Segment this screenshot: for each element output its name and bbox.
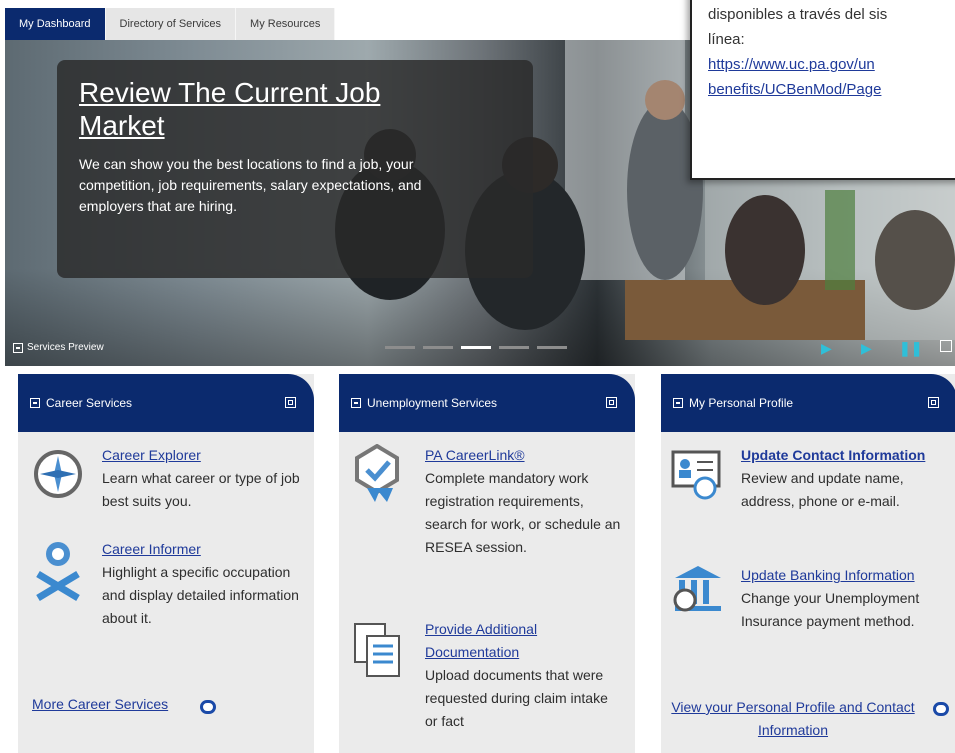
unemployment-services-card: Unemployment Services PA CareerLink® Com… bbox=[339, 374, 635, 753]
tab-directory-of-services[interactable]: Directory of Services bbox=[105, 8, 237, 40]
pause-icon[interactable]: ❚❚ bbox=[899, 340, 922, 357]
pa-careerlink-desc: Complete mandatory work registration req… bbox=[425, 470, 621, 555]
arrow-circle-icon[interactable] bbox=[933, 702, 949, 716]
popup-text-line: línea: bbox=[708, 31, 745, 48]
pa-careerlink-link[interactable]: PA CareerLink® bbox=[425, 444, 623, 467]
update-banking-link[interactable]: Update Banking Information bbox=[741, 564, 955, 587]
unemployment-services-header: Unemployment Services bbox=[339, 374, 635, 432]
carousel-indicator[interactable] bbox=[423, 346, 453, 349]
next-icon[interactable]: ▶ bbox=[861, 340, 872, 357]
provide-documentation-desc: Upload documents that were requested dur… bbox=[425, 667, 608, 729]
hero-text-panel: Review The Current Job Market We can sho… bbox=[57, 60, 533, 278]
career-explorer-link[interactable]: Career Explorer bbox=[102, 444, 302, 467]
personal-profile-header: My Personal Profile bbox=[661, 374, 955, 432]
career-services-header: Career Services bbox=[18, 374, 314, 432]
pa-careerlink-item: PA CareerLink® Complete mandatory work r… bbox=[353, 444, 623, 559]
dashboard-page: My Dashboard Directory of Services My Re… bbox=[0, 0, 955, 753]
update-banking-desc: Change your Unemployment Insurance payme… bbox=[741, 590, 920, 629]
contact-card-icon bbox=[671, 450, 721, 500]
tab-my-resources[interactable]: My Resources bbox=[236, 8, 336, 40]
close-card-icon[interactable] bbox=[285, 397, 296, 408]
career-services-card: Career Services Career Explorer Learn wh… bbox=[18, 374, 314, 753]
view-personal-profile-link[interactable]: View your Personal Profile and Contact I… bbox=[663, 696, 923, 742]
provide-documentation-link[interactable]: Provide Additional Documentation bbox=[425, 618, 623, 664]
services-preview-toggle[interactable]: Services Preview bbox=[13, 342, 104, 353]
services-preview-label: Services Preview bbox=[27, 342, 104, 353]
career-informer-icon bbox=[36, 542, 80, 602]
career-explorer-desc: Learn what career or type of job best su… bbox=[102, 470, 300, 509]
spanish-notice-popup: disponibles a través del sis línea: http… bbox=[690, 0, 955, 180]
hero-description: We can show you the best locations to fi… bbox=[79, 156, 422, 214]
arrow-circle-icon[interactable] bbox=[200, 700, 216, 714]
career-informer-link[interactable]: Career Informer bbox=[102, 538, 302, 561]
carousel-indicator[interactable] bbox=[499, 346, 529, 349]
career-informer-desc: Highlight a specific occupation and disp… bbox=[102, 564, 299, 626]
hero-title-link[interactable]: Review The Current Job Market bbox=[79, 76, 439, 142]
carousel-indicators bbox=[385, 346, 567, 349]
card-title: Unemployment Services bbox=[367, 396, 498, 410]
close-card-icon[interactable] bbox=[928, 397, 939, 408]
carousel-indicator[interactable] bbox=[385, 346, 415, 349]
more-career-services-link[interactable]: More Career Services bbox=[32, 696, 168, 712]
update-contact-item: Update Contact Information Review and up… bbox=[671, 444, 955, 513]
play-icon[interactable]: ▶ bbox=[821, 340, 832, 357]
collapse-icon[interactable] bbox=[351, 398, 361, 408]
popup-url-link[interactable]: https://www.uc.pa.gov/un bbox=[708, 52, 955, 77]
compass-icon bbox=[34, 450, 82, 498]
tab-bar: My Dashboard Directory of Services My Re… bbox=[5, 8, 336, 40]
card-title: Career Services bbox=[46, 396, 133, 410]
career-explorer-item: Career Explorer Learn what career or typ… bbox=[32, 444, 302, 513]
close-preview-icon[interactable] bbox=[940, 340, 952, 352]
popup-url-link[interactable]: benefits/UCBenMod/Page bbox=[708, 77, 955, 102]
collapse-icon[interactable] bbox=[673, 398, 683, 408]
collapse-icon bbox=[13, 342, 23, 353]
badge-icon bbox=[355, 444, 399, 502]
update-contact-link[interactable]: Update Contact Information bbox=[741, 444, 955, 467]
provide-documentation-item: Provide Additional Documentation Upload … bbox=[353, 618, 623, 733]
carousel-indicator[interactable] bbox=[537, 346, 567, 349]
update-contact-desc: Review and update name, address, phone o… bbox=[741, 470, 904, 509]
popup-text-line: disponibles a través del sis bbox=[708, 6, 888, 23]
card-title: My Personal Profile bbox=[689, 396, 794, 410]
career-informer-item: Career Informer Highlight a specific occ… bbox=[32, 538, 302, 630]
close-card-icon[interactable] bbox=[606, 397, 617, 408]
update-banking-item: Update Banking Information Change your U… bbox=[671, 564, 955, 633]
personal-profile-card: My Personal Profile Update Contact Infor… bbox=[661, 374, 955, 753]
documents-icon bbox=[354, 623, 400, 677]
carousel-indicator-active[interactable] bbox=[461, 346, 491, 349]
tab-my-dashboard[interactable]: My Dashboard bbox=[5, 8, 106, 40]
bank-icon bbox=[673, 566, 721, 612]
collapse-icon[interactable] bbox=[30, 398, 40, 408]
